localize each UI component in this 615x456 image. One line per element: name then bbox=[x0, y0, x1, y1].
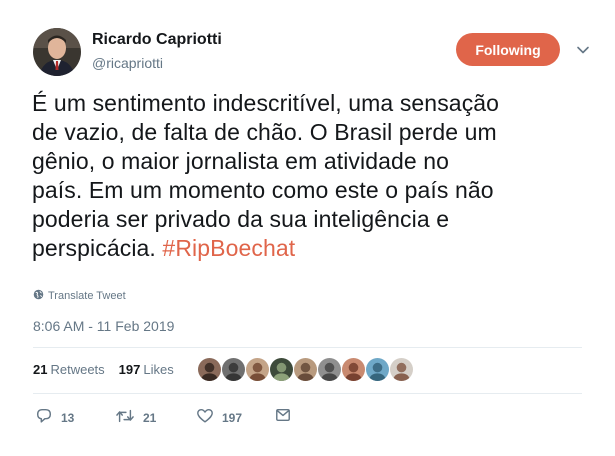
globe-icon bbox=[33, 289, 44, 303]
like-count: 197 bbox=[222, 410, 243, 425]
liker-avatar-4[interactable] bbox=[270, 358, 293, 381]
tweet-card: Ricardo Capriotti @ricapriotti Following… bbox=[0, 0, 615, 456]
tweet-text-line: perspicácia. bbox=[32, 235, 163, 261]
tweet-text-line: gênio, o maior jornalista em atividade n… bbox=[32, 148, 450, 174]
tweet-timestamp[interactable]: 8:06 AM - 11 Feb 2019 bbox=[33, 318, 174, 334]
following-button[interactable]: Following bbox=[456, 33, 560, 66]
reply-button[interactable]: 13 bbox=[35, 407, 74, 428]
likes-count[interactable]: 197 bbox=[119, 362, 141, 377]
liker-avatar-7[interactable] bbox=[342, 358, 365, 381]
tweet-text-last-line: perspicácia. #RipBoechat bbox=[32, 234, 592, 263]
divider bbox=[33, 393, 582, 394]
reply-count: 13 bbox=[61, 410, 75, 425]
tweet-text-line: país. Em um momento como este o país não bbox=[32, 177, 494, 203]
liker-avatar-2[interactable] bbox=[222, 358, 245, 381]
direct-message-button[interactable] bbox=[275, 407, 291, 426]
retweet-icon bbox=[115, 407, 135, 428]
tweet-stats: 21 Retweets 197 Likes bbox=[33, 362, 174, 377]
retweets-label[interactable]: Retweets bbox=[50, 362, 104, 377]
likes-label[interactable]: Likes bbox=[143, 362, 173, 377]
liker-avatar-8[interactable] bbox=[366, 358, 389, 381]
retweet-button[interactable]: 21 bbox=[115, 407, 156, 428]
tweet-text-line: É um sentimento indescritível, uma sensa… bbox=[32, 90, 500, 116]
liker-avatar-9[interactable] bbox=[390, 358, 413, 381]
hashtag-link[interactable]: #RipBoechat bbox=[162, 235, 295, 261]
author-handle[interactable]: @ricapriotti bbox=[92, 55, 163, 71]
envelope-icon bbox=[275, 407, 291, 426]
liker-avatars bbox=[198, 358, 413, 381]
liker-avatar-5[interactable] bbox=[294, 358, 317, 381]
translate-label: Translate Tweet bbox=[48, 290, 126, 302]
like-button[interactable]: 197 bbox=[196, 407, 242, 428]
reply-icon bbox=[35, 407, 53, 428]
retweet-count: 21 bbox=[143, 410, 157, 425]
liker-avatar-3[interactable] bbox=[246, 358, 269, 381]
translate-tweet-link[interactable]: Translate Tweet bbox=[33, 289, 126, 303]
divider bbox=[33, 347, 582, 348]
author-avatar[interactable] bbox=[33, 28, 81, 76]
tweet-text: É um sentimento indescritível, uma sensa… bbox=[32, 89, 592, 263]
retweets-count[interactable]: 21 bbox=[33, 362, 47, 377]
chevron-down-icon[interactable] bbox=[575, 42, 591, 58]
liker-avatar-1[interactable] bbox=[198, 358, 221, 381]
author-display-name[interactable]: Ricardo Capriotti bbox=[92, 31, 222, 49]
tweet-text-line: poderia ser privado da sua inteligência … bbox=[32, 206, 450, 232]
liker-avatar-6[interactable] bbox=[318, 358, 341, 381]
heart-icon bbox=[196, 407, 214, 428]
tweet-text-line: de vazio, de falta de chão. O Brasil per… bbox=[32, 119, 497, 145]
